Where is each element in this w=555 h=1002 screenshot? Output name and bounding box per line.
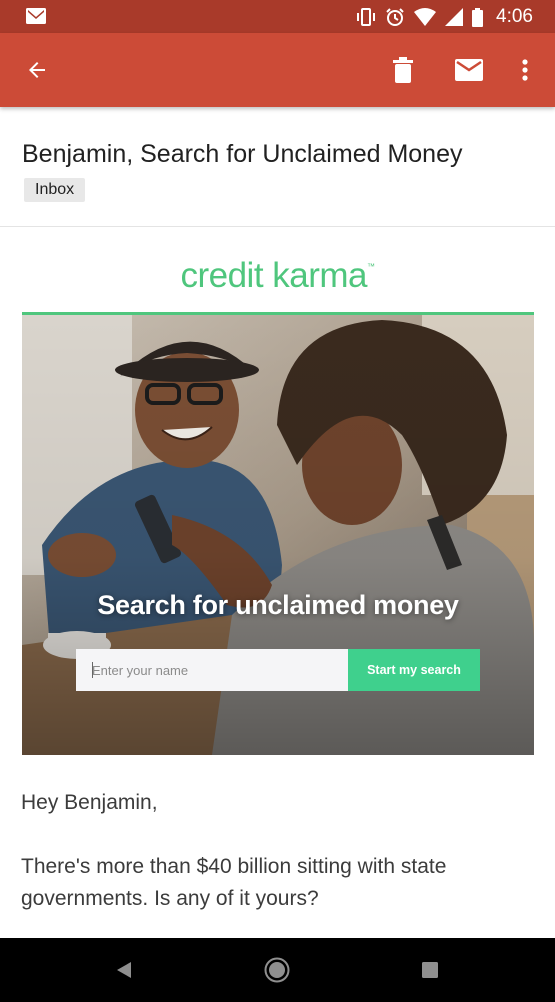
start-search-button[interactable]: Start my search [348,649,480,691]
email-header: Benjamin, Search for Unclaimed Money [0,107,555,227]
back-arrow-icon [29,62,45,78]
delete-button[interactable] [385,33,421,107]
nav-back-icon [117,962,131,978]
vibrate-icon [357,8,376,26]
gmail-notification-icon [26,8,46,24]
battery-icon [472,7,484,27]
credit-karma-logo: credit karma™ [0,256,555,296]
email-greeting: Hey Benjamin, [21,791,158,814]
text-caret [92,662,93,678]
inbox-label-chip[interactable]: Inbox [24,178,86,202]
mark-unread-button[interactable] [450,33,488,107]
name-search-input[interactable] [76,649,348,691]
system-nav-bar [0,938,555,1002]
back-button[interactable] [16,33,58,107]
nav-recents-icon [422,962,438,978]
nav-recents-button[interactable] [400,938,460,1002]
delete-icon [393,57,413,83]
wifi-icon [414,8,437,26]
trademark-symbol: ™ [367,262,375,271]
status-time: 4:06 [496,6,533,27]
nav-home-button[interactable] [247,938,307,1002]
more-vert-icon [522,59,528,81]
cellular-signal-icon [445,8,464,26]
hero-banner: Search for unclaimed money Start my sear… [22,315,534,755]
app-bar [0,33,555,107]
status-icons: 4:06 [356,6,533,28]
status-bar: 4:06 [0,0,555,33]
more-options-button[interactable] [512,33,538,107]
hero-title: Search for unclaimed money [97,590,459,620]
brand-name: credit karma [180,256,368,295]
email-body-paragraph: There's more than $40 billion sitting wi… [21,855,447,910]
nav-home-icon [264,957,290,983]
email-subject: Benjamin, Search for Unclaimed Money [22,140,463,168]
mark-unread-icon [455,59,483,81]
nav-back-button[interactable] [94,938,154,1002]
alarm-icon [386,8,404,26]
